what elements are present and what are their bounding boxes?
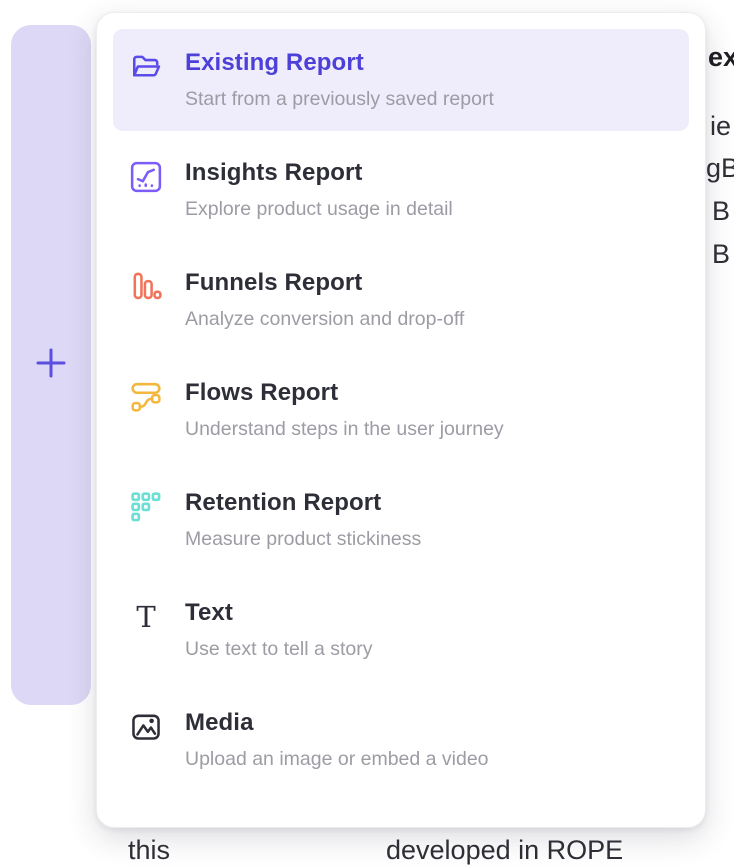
menu-item-subtitle: Upload an image or embed a video [185, 747, 489, 771]
menu-item-subtitle: Start from a previously saved report [185, 87, 494, 111]
menu-item-subtitle: Understand steps in the user journey [185, 417, 504, 441]
insights-chart-icon [129, 160, 163, 194]
menu-item-subtitle: Analyze conversion and drop-off [185, 307, 464, 331]
menu-item-title: Funnels Report [185, 269, 464, 297]
flows-icon [129, 380, 163, 414]
menu-item-subtitle: Measure product stickiness [185, 527, 421, 551]
menu-item-retention-report[interactable]: Retention Report Measure product stickin… [113, 469, 689, 571]
menu-item-insights-report[interactable]: Insights Report Explore product usage in… [113, 139, 689, 241]
plus-icon [35, 347, 67, 384]
board-add-rail [11, 25, 91, 705]
board-page: { "rail": { "add_label": "+" }, "menu": … [0, 0, 734, 848]
menu-item-title: Existing Report [185, 49, 494, 77]
menu-item-subtitle: Use text to tell a story [185, 637, 373, 661]
menu-item-media[interactable]: Media Upload an image or embed a video [113, 689, 689, 791]
bg-text-fragment: ex [708, 42, 734, 73]
bg-text-fragment: B [712, 239, 730, 270]
menu-item-funnels-report[interactable]: Funnels Report Analyze conversion and dr… [113, 249, 689, 351]
menu-item-title: Media [185, 709, 489, 737]
bg-text-fragment: B [712, 196, 730, 227]
funnel-bars-icon [129, 270, 163, 304]
bg-text-fragment: this [128, 835, 170, 866]
menu-item-title: Flows Report [185, 379, 504, 407]
bg-text-fragment: ie [710, 111, 731, 142]
bg-text-fragment: gB [706, 153, 734, 184]
menu-item-subtitle: Explore product usage in detail [185, 197, 453, 221]
retention-grid-icon [129, 490, 163, 524]
add-card-menu: Existing Report Start from a previously … [96, 12, 706, 828]
add-card-button[interactable] [34, 348, 68, 382]
menu-item-text[interactable]: T Text Use text to tell a story [113, 579, 689, 681]
folder-open-icon [129, 50, 163, 84]
menu-item-title: Insights Report [185, 159, 453, 187]
menu-item-existing-report[interactable]: Existing Report Start from a previously … [113, 29, 689, 131]
menu-item-flows-report[interactable]: Flows Report Understand steps in the use… [113, 359, 689, 461]
text-icon: T [129, 600, 163, 634]
menu-item-title: Retention Report [185, 489, 421, 517]
bg-text-fragment: developed in ROPE [386, 835, 623, 866]
media-image-icon [129, 710, 163, 744]
menu-item-title: Text [185, 599, 373, 627]
